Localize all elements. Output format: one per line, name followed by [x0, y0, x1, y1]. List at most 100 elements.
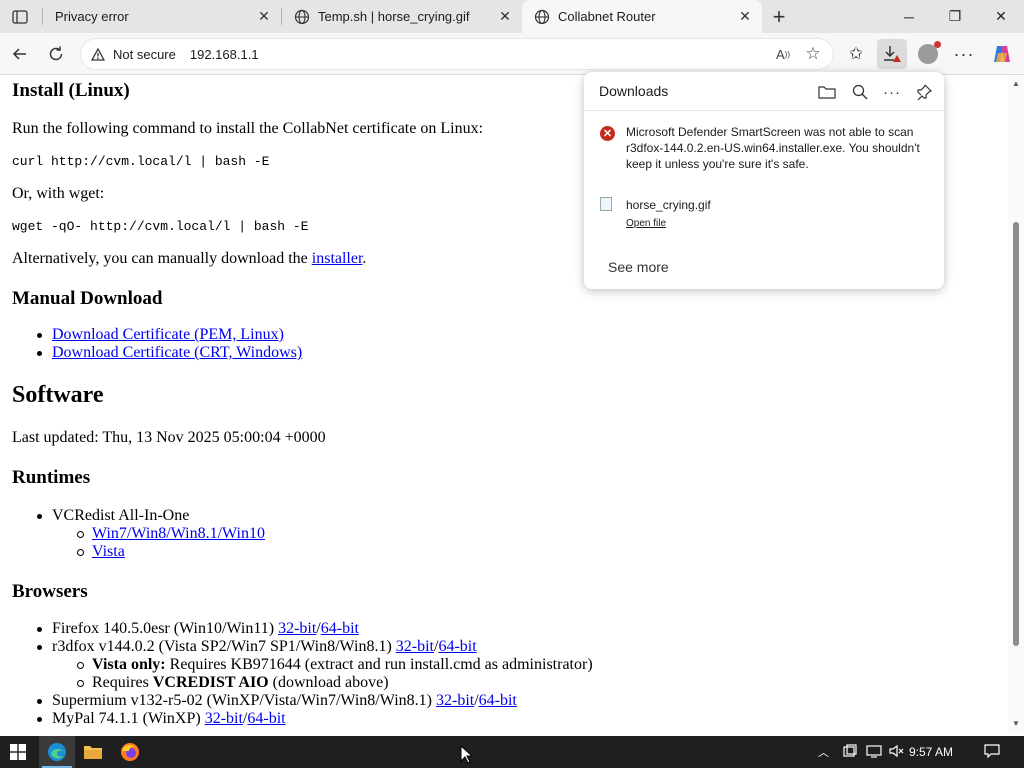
- more-options-icon[interactable]: ···: [881, 81, 903, 103]
- smartscreen-warning-text: Microsoft Defender SmartScreen was not a…: [626, 125, 920, 171]
- download-pem-link[interactable]: Download Certificate (PEM, Linux): [52, 326, 284, 343]
- notification-tray-icon[interactable]: [843, 744, 857, 758]
- tab-title: Collabnet Router: [558, 9, 656, 24]
- firefox-64bit-link[interactable]: 64-bit: [321, 620, 359, 637]
- favorites-button[interactable]: ✩: [842, 40, 870, 68]
- download-crt-link[interactable]: Download Certificate (CRT, Windows): [52, 344, 302, 361]
- action-center-icon[interactable]: [984, 744, 1000, 758]
- mouse-cursor-icon: [460, 745, 472, 764]
- tab-collabnet-router[interactable]: Collabnet Router ✕: [522, 0, 762, 33]
- security-indicator[interactable]: Not secure: [87, 42, 184, 66]
- scroll-down-icon[interactable]: ▼: [1012, 719, 1020, 728]
- list-item: Vista only: Requires KB971644 (extract a…: [77, 656, 593, 674]
- profile-button[interactable]: [914, 40, 942, 68]
- vertical-scrollbar[interactable]: ▲ ▼: [1008, 76, 1024, 735]
- tab-privacy-error[interactable]: Privacy error ✕: [43, 0, 281, 33]
- download-file-name[interactable]: horse_crying.gif: [626, 198, 711, 212]
- scroll-up-icon[interactable]: ▲: [1012, 79, 1020, 88]
- error-icon: ✕: [600, 126, 615, 141]
- avatar: [918, 41, 941, 64]
- tab-temp-sh[interactable]: Temp.sh | horse_crying.gif ✕: [282, 0, 522, 33]
- r3dfox-32bit-link[interactable]: 32-bit: [396, 638, 434, 655]
- list-item: MyPal 74.1.1 (WinXP) 32-bit/64-bit: [37, 710, 593, 728]
- toolbar: Not secure 192.168.1.1 A)) ☆ ✩ ···: [0, 33, 1024, 75]
- restore-button[interactable]: ❐: [932, 0, 978, 33]
- refresh-icon: [49, 46, 63, 61]
- alternative-prefix: Alternatively, you can manually download…: [12, 250, 312, 267]
- tab-title: Privacy error: [55, 9, 129, 24]
- open-file-link[interactable]: Open file: [626, 218, 666, 229]
- folder-icon: [84, 746, 102, 759]
- installer-link[interactable]: installer: [312, 250, 363, 267]
- taskbar-firefox[interactable]: [112, 736, 148, 768]
- refresh-button[interactable]: [42, 40, 70, 68]
- new-tab-button[interactable]: +: [766, 4, 792, 30]
- pin-icon[interactable]: [913, 81, 935, 103]
- taskbar: ︿ 9:57 AM: [0, 736, 1024, 768]
- window-close-button[interactable]: ✕: [978, 0, 1024, 33]
- search-icon[interactable]: [849, 81, 871, 103]
- manual-download-heading: Manual Download: [12, 288, 163, 309]
- tab-actions-button[interactable]: [6, 6, 34, 28]
- wget-command: wget -qO- http://cvm.local/l | bash -E: [12, 219, 309, 234]
- downloads-button[interactable]: [877, 39, 907, 69]
- minimize-icon: ─: [904, 8, 914, 25]
- vcredist-vista-link[interactable]: Vista: [92, 543, 125, 560]
- address-bar[interactable]: Not secure 192.168.1.1 A)) ☆: [80, 38, 834, 70]
- url-text[interactable]: 192.168.1.1: [190, 47, 259, 62]
- r3dfox-64bit-link[interactable]: 64-bit: [438, 638, 476, 655]
- vcredist-aio-label: VCREDIST AIO: [152, 674, 269, 691]
- last-updated-text: Last updated: Thu, 13 Nov 2025 05:00:04 …: [12, 429, 326, 446]
- edge-icon: [48, 743, 66, 761]
- see-more-button[interactable]: See more: [608, 259, 669, 275]
- list-item: Firefox 140.5.0esr (Win10/Win11) 32-bit/…: [37, 620, 593, 638]
- close-icon[interactable]: ✕: [734, 6, 756, 28]
- chevron-up-icon[interactable]: ︿: [818, 744, 829, 760]
- back-arrow-icon: [12, 48, 26, 60]
- taskbar-edge[interactable]: [39, 736, 75, 768]
- tab-strip: Privacy error ✕ Temp.sh | horse_crying.g…: [0, 0, 1024, 33]
- close-icon[interactable]: ✕: [494, 6, 516, 28]
- image-file-icon: [600, 197, 612, 211]
- manual-download-list: Download Certificate (PEM, Linux) Downlo…: [36, 326, 302, 362]
- address-bar-actions: A)) ☆: [771, 42, 825, 66]
- list-item: r3dfox v144.0.2 (Vista SP2/Win7 SP1/Win8…: [37, 638, 593, 656]
- mypal-label: MyPal 74.1.1 (WinXP): [52, 710, 205, 727]
- list-item: Supermium v132-r5-02 (WinXP/Vista/Win7/W…: [37, 692, 593, 710]
- list-item: Download Certificate (PEM, Linux): [36, 326, 302, 344]
- requires-prefix: Requires: [92, 674, 153, 691]
- r3dfox-label: r3dfox v144.0.2 (Vista SP2/Win7 SP1/Win8…: [52, 638, 396, 655]
- copilot-button[interactable]: [988, 40, 1016, 68]
- supermium-32bit-link[interactable]: 32-bit: [436, 692, 474, 709]
- supermium-64bit-link[interactable]: 64-bit: [479, 692, 517, 709]
- warning-triangle-icon: [91, 47, 107, 61]
- read-aloud-icon[interactable]: A)): [771, 42, 795, 66]
- alternative-suffix: .: [362, 250, 367, 267]
- divider: [584, 110, 944, 111]
- tab-title: Temp.sh | horse_crying.gif: [318, 9, 470, 24]
- firefox-icon: [121, 743, 139, 761]
- vcredist-label: VCRedist All-In-One: [52, 507, 190, 524]
- favorite-star-icon[interactable]: ☆: [801, 42, 825, 66]
- mypal-32bit-link[interactable]: 32-bit: [205, 710, 243, 727]
- list-item: Vista: [77, 543, 265, 561]
- volume-muted-icon[interactable]: [889, 744, 905, 758]
- minimize-button[interactable]: ─: [886, 0, 932, 33]
- taskbar-file-explorer[interactable]: [75, 736, 111, 768]
- network-icon[interactable]: [866, 744, 882, 758]
- install-linux-heading: Install (Linux): [12, 80, 130, 101]
- mypal-64bit-link[interactable]: 64-bit: [247, 710, 285, 727]
- vista-only-text: Requires KB971644 (extract and run insta…: [165, 656, 593, 673]
- list-item: Win7/Win8/Win8.1/Win10: [77, 525, 265, 543]
- scroll-thumb[interactable]: [1013, 222, 1019, 646]
- firefox-32bit-link[interactable]: 32-bit: [278, 620, 316, 637]
- supermium-label: Supermium v132-r5-02 (WinXP/Vista/Win7/W…: [52, 692, 436, 709]
- clock[interactable]: 9:57 AM: [909, 745, 953, 759]
- open-folder-icon[interactable]: [816, 81, 838, 103]
- start-button[interactable]: [0, 736, 36, 768]
- back-button[interactable]: [6, 40, 34, 68]
- settings-more-button[interactable]: ···: [950, 40, 978, 68]
- close-icon[interactable]: ✕: [253, 6, 275, 28]
- runtimes-heading: Runtimes: [12, 467, 91, 488]
- vcredist-win7-link[interactable]: Win7/Win8/Win8.1/Win10: [92, 525, 265, 542]
